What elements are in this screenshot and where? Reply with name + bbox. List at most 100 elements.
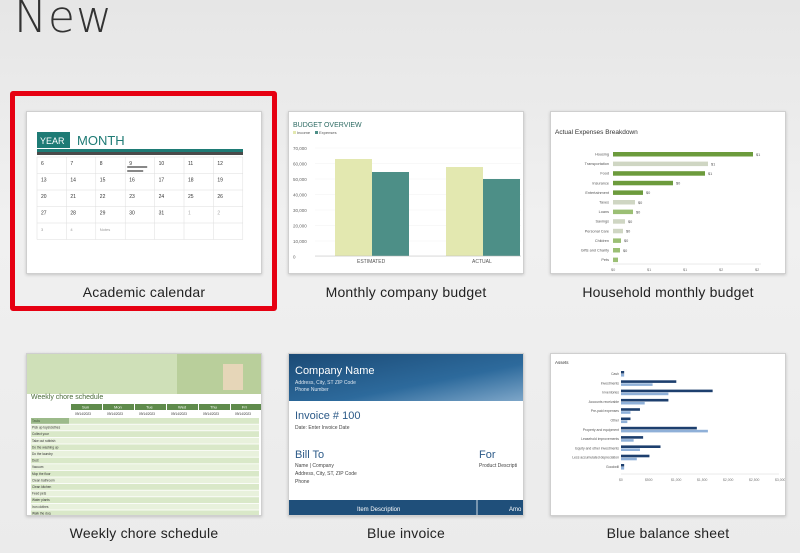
calendar-extra: Notes [100, 227, 110, 232]
budget-title: BUDGET OVERVIEW [293, 122, 362, 129]
chore-row-label: Vacuum [32, 465, 44, 469]
header-band-dark [37, 152, 243, 155]
calendar-day: 19 [217, 178, 223, 184]
budget-tick-label: 0 [293, 255, 296, 260]
chore-date: 09/14/2023 [171, 412, 187, 416]
calendar-day: 25 [188, 194, 194, 200]
chore-row-label: Dust [32, 459, 39, 463]
calendar-day: 26 [217, 194, 223, 200]
household-preview: Actual Expenses Breakdown Housing $1 Trans… [555, 129, 761, 272]
balance-bar-light [621, 420, 628, 424]
balance-bar-dark [621, 371, 625, 374]
chore-row-band [31, 477, 259, 484]
household-bar-value: $0 [623, 249, 627, 253]
chore-row-band [31, 503, 259, 510]
header-band [37, 149, 243, 152]
invoice-number: Invoice # 100 [295, 410, 360, 422]
balance-row-label: Property and equipment [583, 428, 619, 432]
chore-row-band [31, 497, 259, 503]
balance-bar-dark [621, 445, 661, 448]
chore-day-name: Thu [210, 404, 217, 409]
chore-row-band [31, 444, 259, 451]
calendar-day: 17 [159, 178, 165, 184]
template-thumbnail[interactable]: Assets Cash Investments Inventories Account… [550, 353, 786, 516]
template-label: Blue balance sheet [606, 525, 730, 541]
chore-row-label: Clean bathroom [32, 478, 55, 482]
chore-row-band [31, 424, 259, 431]
template-thumbnail[interactable]: BUDGET OVERVIEW Income Expenses 70,000 60… [288, 111, 524, 274]
household-row-label: Housing [595, 153, 609, 157]
calendar-day: 28 [70, 211, 76, 217]
balance-row-label: Cash [611, 372, 619, 376]
household-title: Actual Expenses Breakdown [555, 129, 638, 136]
template-label: Monthly company budget [325, 284, 487, 300]
invoice-preview: Company Name Address, City, ST ZIP Code … [289, 354, 523, 515]
calendar-day: 29 [100, 211, 106, 217]
household-bar [613, 152, 753, 157]
balance-row-label: Inventories [602, 391, 619, 395]
balance-bar-light [621, 392, 669, 396]
balance-bar-light [621, 448, 640, 451]
balance-bar-dark [621, 454, 650, 458]
balance-axis-label: $0 [619, 478, 623, 482]
calendar-day: 21 [70, 194, 76, 200]
household-bars: Housing $1 Transportation $1 Food $1 Insurance… [581, 152, 761, 272]
household-bar-value: $0 [628, 220, 632, 224]
household-bar-value: $0 [636, 210, 640, 214]
household-bar [613, 238, 621, 243]
household-bar [613, 228, 623, 234]
chore-row-band [31, 490, 259, 497]
chore-grid: Sun 09/14/2023 Mon 09/14/2023 Tue 09/14/2023 W… [31, 404, 261, 515]
chore-row-label: Water plants [32, 498, 50, 502]
template-thumbnail[interactable]: Weekly chore schedule Sun 09/14/2023 Mon 09… [26, 353, 262, 516]
household-bar [613, 248, 620, 253]
household-bar-value: $0 [626, 230, 630, 234]
household-bar-value: $0 [638, 201, 642, 205]
invoice-phone: Phone Number [295, 387, 329, 393]
calendar-day: 14 [70, 178, 76, 184]
household-bar [613, 209, 633, 215]
template-thumbnail[interactable]: Actual Expenses Breakdown Housing $1 Trans… [550, 111, 786, 274]
legend-expenses: Expenses [319, 130, 337, 135]
household-row-label: Loans [599, 210, 609, 214]
household-row-label: Children [595, 239, 609, 243]
chore-day-name: Mon [114, 404, 122, 409]
balance-axis-label: $1,000 [671, 478, 681, 482]
template-thumbnail[interactable]: Company Name Address, City, ST ZIP Code … [288, 353, 524, 516]
balance-axis-label: $2,000 [723, 478, 733, 482]
calendar-day: 15 [100, 178, 106, 184]
invoice-banner [289, 354, 523, 401]
chore-date: 09/14/2023 [139, 412, 155, 416]
household-axis-label: $2 [755, 268, 759, 272]
chore-row-label: Collect your [32, 432, 50, 436]
balance-bar-light [621, 401, 645, 405]
chore-row-band [31, 464, 259, 470]
calendar-day: 7 [70, 161, 73, 167]
legend-income-swatch [293, 131, 296, 134]
invoice-table-header [289, 500, 523, 515]
household-bar [613, 200, 635, 205]
chore-row-label: Feed pets [32, 492, 47, 496]
household-bar [613, 171, 705, 176]
balance-bar-light [621, 467, 625, 470]
calendar-day: 22 [100, 194, 106, 200]
household-row-label: Savings [595, 220, 609, 224]
legend-expenses-swatch [315, 131, 318, 134]
invoice-date: Date: Enter Invoice Date [295, 425, 350, 431]
chore-day-name: Tue [146, 404, 154, 409]
template-thumbnail[interactable]: YEAR MONTH 6 7 8 9 10 11 12 13 14 15 16 17 18 19 20 21 2… [26, 111, 262, 274]
budget-tick-label: 10,000 [293, 239, 307, 244]
bar-estimated-expenses [372, 172, 409, 256]
chore-date: 09/14/2023 [75, 412, 91, 416]
chore-banner-photo [177, 354, 261, 394]
bar-actual-income [446, 167, 483, 256]
balance-axis-label: $2,500 [749, 478, 759, 482]
chore-day-name: Sun [82, 404, 89, 409]
household-bar-value: $1 [708, 172, 712, 176]
balance-bar-light [621, 457, 637, 461]
budget-tick-label: 40,000 [293, 193, 307, 198]
chore-title: Weekly chore schedule [31, 394, 103, 401]
chore-banner-house [223, 364, 243, 390]
chore-row-label: Walk the dog [32, 511, 51, 515]
legend-income: Income [297, 130, 311, 135]
